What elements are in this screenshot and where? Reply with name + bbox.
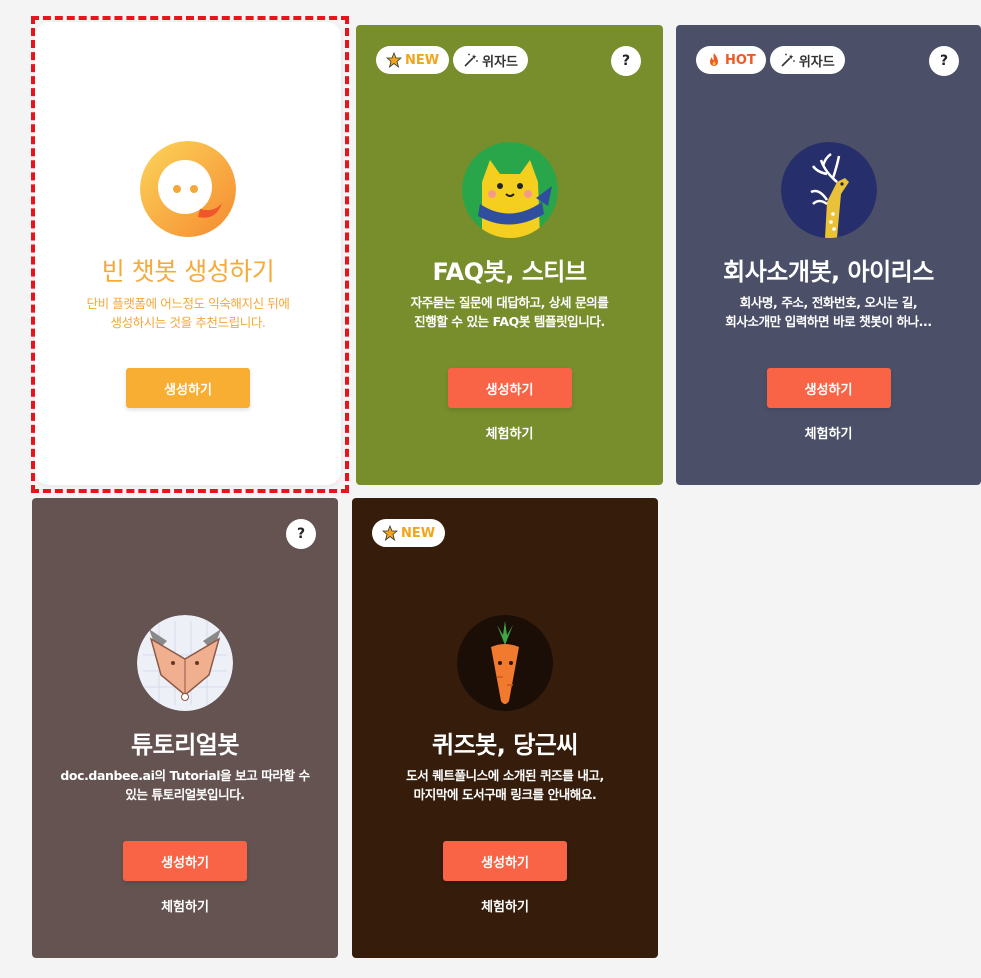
cat-mascot-icon xyxy=(461,142,558,238)
wizard-badge: 위자드 xyxy=(453,46,528,74)
card-description: 단비 플랫폼에 어느정도 익숙해지신 뒤에 생성하시는 것을 추천드립니다. xyxy=(86,296,290,330)
carrot-mascot-icon xyxy=(457,615,553,711)
fox-mascot-icon xyxy=(137,615,233,711)
new-badge: NEW xyxy=(376,46,450,74)
card-title: FAQ봇, 스티브 xyxy=(432,258,587,286)
try-link[interactable]: 체험하기 xyxy=(676,423,981,442)
star-icon xyxy=(382,525,398,541)
create-button[interactable]: 생성하기 xyxy=(766,368,891,408)
wizard-badge: 위자드 xyxy=(769,46,845,74)
create-button[interactable]: 생성하기 xyxy=(447,368,572,408)
deer-mascot-icon xyxy=(780,142,877,238)
create-button[interactable]: 생성하기 xyxy=(126,368,250,408)
card-title: 빈 챗봇 생성하기 xyxy=(101,257,275,286)
card-company-bot[interactable]: HOT 위자드 ? 회사소개봇, 아이리스 회사명, 주소, 전화번호, 오시는… xyxy=(676,25,981,485)
magic-wand-icon xyxy=(463,52,479,68)
card-quiz-bot[interactable]: NEW 퀴즈봇, 당근씨 도서 퀘트풀니스에 소개된 퀴즈를 내고, 마지막에 … xyxy=(352,498,658,958)
create-button[interactable]: 생성하기 xyxy=(123,841,247,881)
fire-icon xyxy=(706,52,722,68)
chat-bubble-icon xyxy=(140,141,236,237)
create-button[interactable]: 생성하기 xyxy=(443,841,567,881)
card-title: 회사소개봇, 아이리스 xyxy=(723,258,934,286)
hot-badge: HOT xyxy=(696,46,766,74)
try-link[interactable]: 체험하기 xyxy=(356,423,663,442)
help-button[interactable]: ? xyxy=(611,46,641,76)
card-description: doc.danbee.ai의 Tutorial을 보고 따라할 수 있는 튜토리… xyxy=(60,768,310,802)
help-button[interactable]: ? xyxy=(929,46,959,76)
card-description: 도서 퀘트풀니스에 소개된 퀴즈를 내고, 마지막에 도서구매 링크를 안내해요… xyxy=(406,768,604,802)
card-title: 튜토리얼봇 xyxy=(131,731,239,759)
card-description: 자주묻는 질문에 대답하고, 상세 문의를 진행할 수 있는 FAQ봇 템플릿입… xyxy=(410,295,609,329)
help-button[interactable]: ? xyxy=(286,519,316,549)
magic-wand-icon xyxy=(780,52,796,68)
card-title: 퀴즈봇, 당근씨 xyxy=(432,731,578,759)
card-blank-chatbot[interactable]: 빈 챗봇 생성하기 단비 플랫폼에 어느정도 익숙해지신 뒤에 생성하시는 것을… xyxy=(35,22,341,485)
try-link[interactable]: 체험하기 xyxy=(352,896,658,915)
try-link[interactable]: 체험하기 xyxy=(32,896,338,915)
card-faq-bot[interactable]: NEW 위자드 ? FAQ봇, 스티브 자주묻는 질문에 대답하고, 상세 문의… xyxy=(356,25,663,485)
new-badge: NEW xyxy=(372,519,446,547)
star-icon xyxy=(386,52,402,68)
card-tutorial-bot[interactable]: ? 튜토리얼봇 doc.danbee.ai의 Tutorial을 보고 따라할 … xyxy=(32,498,338,958)
card-description: 회사명, 주소, 전화번호, 오시는 길, 회사소개만 입력하면 바로 챗봇이 … xyxy=(725,295,932,329)
